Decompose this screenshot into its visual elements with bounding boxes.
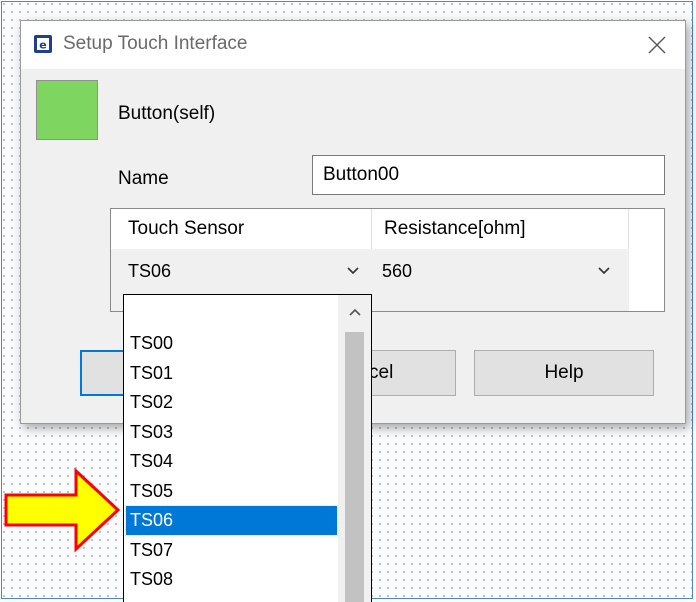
dialog-title: Setup Touch Interface bbox=[63, 33, 248, 54]
dropdown-option-ts02[interactable]: TS02 bbox=[126, 388, 337, 417]
touch-sensor-value: TS06 bbox=[128, 260, 172, 281]
close-icon bbox=[648, 36, 666, 54]
dropdown-option-ts06-selected[interactable]: TS06 bbox=[125, 505, 338, 536]
resistance-value: 560 bbox=[382, 260, 413, 281]
dropdown-option-ts00[interactable]: TS00 bbox=[126, 329, 337, 358]
resistance-combo[interactable]: 560 bbox=[372, 249, 629, 293]
column-header-resistance[interactable]: Resistance[ohm] bbox=[372, 209, 629, 249]
cancel-button-label: cel bbox=[369, 362, 394, 383]
dropdown-option-ts01[interactable]: TS01 bbox=[126, 359, 337, 388]
grid-row: TS06 560 bbox=[111, 249, 629, 293]
arrow-pointer-icon bbox=[4, 467, 121, 553]
name-input[interactable] bbox=[312, 155, 665, 195]
title-bar[interactable]: e Setup Touch Interface bbox=[21, 21, 685, 69]
name-label: Name bbox=[118, 168, 169, 189]
object-label: Button(self) bbox=[118, 103, 216, 124]
scroll-up-button[interactable] bbox=[338, 295, 371, 329]
dropdown-option-ts07[interactable]: TS07 bbox=[126, 536, 337, 565]
chevron-up-icon bbox=[348, 308, 361, 316]
color-swatch bbox=[36, 80, 98, 140]
dropdown-option-ts03[interactable]: TS03 bbox=[126, 418, 337, 447]
app-chip-icon: e bbox=[34, 35, 52, 53]
help-button[interactable]: Help bbox=[474, 350, 654, 396]
touch-sensor-combo[interactable]: TS06 bbox=[111, 249, 372, 293]
scroll-thumb[interactable] bbox=[345, 332, 364, 602]
chevron-down-icon[interactable] bbox=[597, 265, 611, 277]
column-header-touch-sensor[interactable]: Touch Sensor bbox=[111, 209, 372, 249]
dropdown-option-ts05[interactable]: TS05 bbox=[126, 477, 337, 506]
dropdown-option-ts04[interactable]: TS04 bbox=[126, 447, 337, 476]
dropdown-scrollbar[interactable] bbox=[338, 295, 371, 602]
close-button[interactable] bbox=[629, 21, 685, 69]
dropdown-option-ts08[interactable]: TS08 bbox=[126, 565, 337, 594]
svg-text:e: e bbox=[39, 39, 46, 52]
chevron-down-icon[interactable] bbox=[346, 265, 360, 277]
touch-sensor-dropdown-list[interactable]: TS00 TS01 TS02 TS03 TS04 TS05 TS06 TS07 … bbox=[123, 294, 372, 602]
